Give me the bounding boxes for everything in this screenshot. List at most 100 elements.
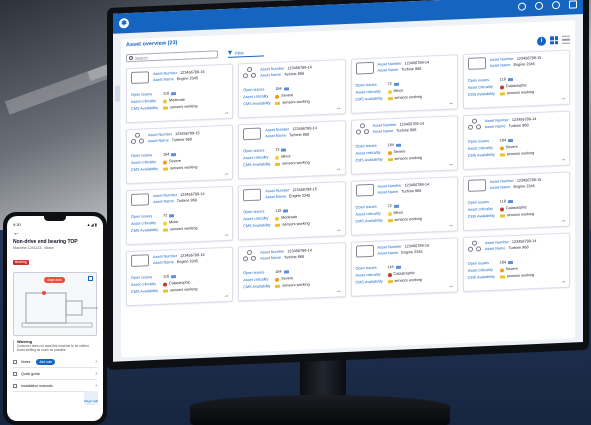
issue-badge-icon (395, 265, 401, 269)
sensor-icon (499, 214, 505, 218)
quick-guide-item[interactable]: Quick guide › (13, 368, 97, 380)
arrow-right-icon[interactable]: → (223, 110, 229, 116)
arrow-right-icon[interactable]: → (448, 100, 454, 106)
phone: 9:30 ▲◢ ▮ ← Non-drive end bearing TOP Ma… (3, 212, 107, 425)
criticality-dot-icon (163, 159, 167, 165)
asset-name-label: Asset Name (265, 194, 286, 200)
asset-card[interactable]: Asset Number 123456789-15 Asset Name Engin… (238, 181, 346, 241)
asset-card[interactable]: Asset Number 123456789-14 Asset Name Turbi… (350, 115, 458, 175)
asset-card[interactable]: Asset Number 123456789-14 Asset Name Turbi… (462, 110, 570, 171)
cms-value: sensors working (394, 277, 422, 283)
arrow-right-icon[interactable]: → (336, 227, 342, 233)
cms-value: sensors working (170, 226, 198, 232)
open-issues-count: 72 (387, 82, 392, 87)
list-view-icon[interactable] (562, 35, 570, 44)
cms-availability-label: CMS Availability (131, 288, 159, 294)
arrow-right-icon[interactable]: → (223, 293, 229, 299)
arrow-right-icon[interactable]: → (223, 232, 229, 238)
arrow-right-icon[interactable]: → (560, 279, 566, 285)
criticality-dot-icon (387, 150, 392, 155)
asset-card[interactable]: Asset Number 123456789-14 Asset Name Turbi… (462, 232, 570, 293)
monitor-base (190, 395, 450, 425)
logout-icon[interactable] (569, 0, 577, 9)
arrow-right-icon[interactable]: → (336, 288, 342, 294)
filter-dropdown[interactable]: Filter (228, 48, 264, 58)
cms-availability-label: CMS Availability (467, 152, 495, 158)
sensor-icon (499, 153, 505, 157)
sensor-icon (387, 280, 393, 284)
issue-badge-icon (283, 87, 289, 91)
cms-availability-label: CMS Availability (243, 162, 271, 168)
cms-value: sensors working (282, 221, 310, 227)
asset-card[interactable]: Asset Number 123456789-15 Asset Name Engin… (462, 171, 570, 232)
asset-name-label: Asset Name (377, 67, 399, 73)
arrow-right-icon[interactable]: → (336, 166, 342, 172)
arrow-right-icon[interactable]: → (448, 283, 454, 289)
asset-card[interactable]: Asset Number 123456789-14 Asset Name Turbi… (238, 242, 346, 302)
cms-availability-label: CMS Availability (131, 227, 159, 233)
asset-card[interactable]: Asset Number 123456789-14 Asset Name Turbi… (126, 185, 234, 246)
cms-value: sensors working (170, 104, 198, 110)
search-box[interactable] (126, 50, 218, 63)
asset-card[interactable]: Asset Number 123456789-15 Asset Name Engin… (350, 237, 458, 297)
user-icon[interactable] (535, 1, 543, 11)
filter-label: Filter (235, 49, 244, 56)
issue-badge-icon (283, 209, 289, 213)
arrow-right-icon[interactable]: → (448, 222, 454, 228)
asset-number: 123456789-15 (404, 243, 430, 249)
asset-card[interactable]: Asset Number 123456789-15 Asset Name Turbi… (126, 124, 234, 185)
asset-card[interactable]: Asset Number 123456789-15 Asset Name Engin… (126, 246, 234, 307)
arrow-right-icon[interactable]: → (223, 171, 229, 177)
side-nav-stub[interactable] (115, 85, 120, 102)
asset-name: Turbine 968 (176, 198, 197, 204)
arrow-right-icon[interactable]: → (560, 218, 566, 224)
magic-wall-button[interactable]: Magic wall (84, 391, 98, 405)
cms-availability-label: CMS Availability (355, 157, 383, 163)
criticality-dot-icon (275, 94, 280, 99)
asset-card[interactable]: Asset Number 123456789-14 Asset Name Turbi… (238, 59, 346, 119)
chevron-right-icon: › (95, 382, 97, 389)
asset-number: 123456789-14 (404, 60, 430, 66)
add-note-button[interactable]: Add note (36, 358, 56, 365)
asset-number: 123456789-15 (516, 177, 542, 183)
alert-pill[interactable]: Align axis (44, 277, 65, 283)
asset-card[interactable]: Asset Number 123456789-15 Asset Name Engin… (126, 63, 234, 124)
asset-card[interactable]: Asset Number 123456789-14 Asset Name Turbi… (238, 120, 346, 180)
cms-availability-label: CMS Availability (467, 274, 495, 280)
open-issues-count: 72 (387, 204, 392, 209)
asset-number: 123456789-14 (511, 117, 537, 123)
criticality-dot-icon (275, 277, 280, 282)
sync-icon[interactable] (518, 2, 526, 11)
info-icon[interactable]: i (537, 36, 546, 46)
help-icon[interactable] (552, 1, 560, 10)
motor-icon (131, 193, 149, 206)
asset-name: Turbine 968 (283, 71, 305, 77)
warning-text: Customer does not want this machine to b… (17, 344, 90, 352)
asset-card[interactable]: Asset Number 123456789-14 Asset Name Turbi… (350, 176, 458, 236)
asset-name-label: Asset Name (377, 250, 399, 256)
grid-view-icon[interactable] (550, 36, 558, 45)
expand-icon[interactable] (88, 276, 93, 281)
app-logo[interactable]: ✱ (119, 18, 129, 29)
search-input[interactable] (135, 51, 215, 61)
back-arrow-icon[interactable]: ← (13, 230, 97, 237)
arrow-right-icon[interactable]: → (336, 105, 342, 111)
cms-availability-label: CMS Availability (131, 105, 159, 111)
arrow-right-icon[interactable]: → (560, 96, 566, 102)
cms-value: sensors working (394, 216, 422, 222)
installation-manuals-label: Installation manuals (21, 383, 53, 388)
sensor-icon (275, 223, 281, 227)
phone-signal: ▲◢ ▮ (86, 222, 97, 227)
asset-name: Turbine 968 (508, 123, 529, 129)
installation-manuals-item[interactable]: Installation manuals › (13, 380, 97, 392)
arrow-right-icon[interactable]: → (448, 161, 454, 167)
cms-availability-label: CMS Availability (355, 96, 383, 102)
notes-item[interactable]: Notes Add note › (13, 356, 97, 368)
machine-diagram[interactable]: Align axis (13, 272, 98, 336)
asset-card[interactable]: Asset Number 123456789-14 Asset Name Turbi… (350, 54, 458, 114)
motor-icon (131, 71, 149, 84)
asset-name-label: Asset Name (265, 133, 286, 139)
arrow-right-icon[interactable]: → (560, 157, 566, 163)
asset-card[interactable]: Asset Number 123456789-15 Asset Name Engin… (462, 49, 570, 110)
asset-name: Turbine 968 (171, 137, 192, 143)
